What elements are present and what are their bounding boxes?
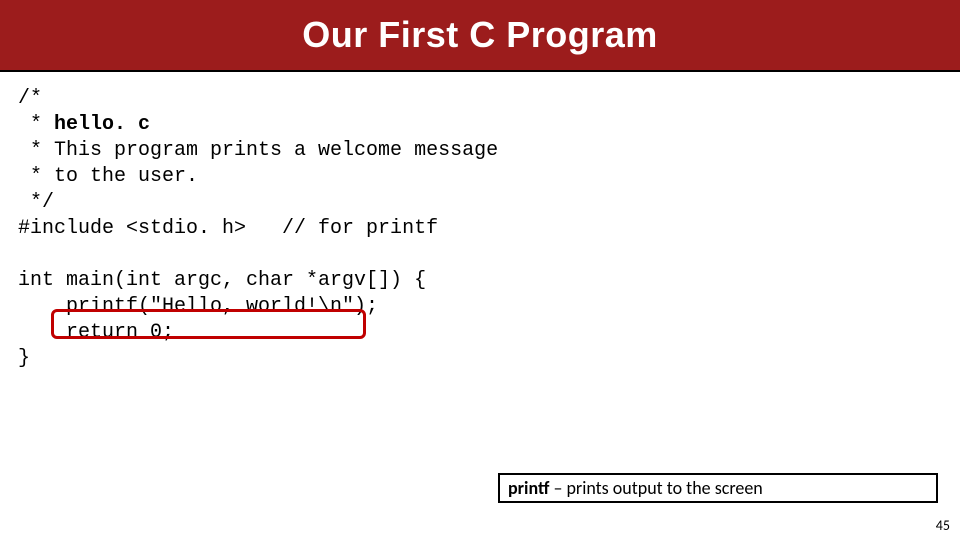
code-line: * This program prints a welcome message	[18, 139, 498, 162]
code-line: return 0;	[18, 321, 174, 344]
slide-number: 45	[936, 517, 950, 534]
code-block: /* * hello. c * This program prints a we…	[0, 72, 960, 372]
slide-container: Our First C Program /* * hello. c * This…	[0, 0, 960, 540]
caption-keyword: printf	[508, 477, 549, 499]
code-line: /*	[18, 87, 42, 110]
code-line: */	[18, 191, 54, 214]
caption-text: – prints output to the screen	[549, 477, 762, 499]
code-line: }	[18, 347, 30, 370]
code-line: #include <stdio. h> // for printf	[18, 217, 438, 240]
caption-box: printf – prints output to the screen	[498, 473, 938, 503]
code-line: int main(int argc, char *argv[]) {	[18, 269, 426, 292]
slide-title: Our First C Program	[0, 0, 960, 72]
code-line: * hello. c	[18, 113, 150, 136]
code-line: printf("Hello, world!\n");	[18, 295, 378, 318]
code-line: * to the user.	[18, 165, 198, 188]
code-filename: hello. c	[54, 113, 150, 136]
